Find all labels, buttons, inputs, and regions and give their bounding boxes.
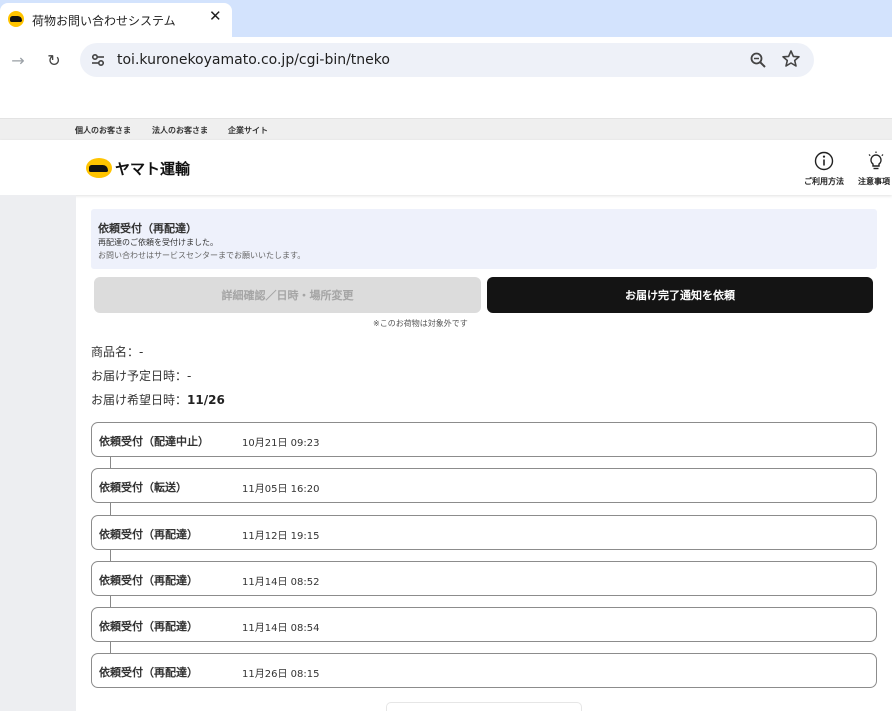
left-gutter [0, 195, 76, 711]
nav-link-personal[interactable]: 個人のお客さま [75, 125, 131, 136]
history-item: 依頼受付（再配達） 11月26日 08:15 [91, 653, 877, 688]
bookmark-star-icon[interactable] [781, 49, 801, 69]
history-datetime: 11月14日 08:52 [242, 577, 320, 588]
usage-guide-label[interactable]: ご利用方法 [804, 176, 844, 187]
history-item: 依頼受付（配達中止） 10月21日 09:23 [91, 422, 877, 457]
yamato-logo-icon[interactable] [86, 158, 112, 178]
browser-tab[interactable]: 荷物お問い合わせシステム ✕ [0, 3, 232, 37]
reload-icon[interactable]: ↻ [43, 49, 65, 71]
status-message: 再配達のご依頼を受付けました。 [98, 238, 218, 247]
excluded-note: ※このお荷物は対象外です [373, 319, 468, 328]
history-item: 依頼受付（転送） 11月05日 16:20 [91, 468, 877, 503]
logo-text[interactable]: ヤマト運輸 [115, 158, 190, 179]
history-item: 依頼受付（再配達） 11月14日 08:52 [91, 561, 877, 596]
browser-toolbar: → ↻ toi.kuronekoyamato.co.jp/cgi-bin/tne… [0, 37, 892, 83]
lightbulb-icon[interactable] [866, 151, 886, 171]
status-note: お問い合わせはサービスセンターまでお願いいたします。 [98, 251, 306, 260]
site-header: ヤマト運輸 ご利用方法 注意事項 [0, 140, 892, 195]
delivery-notification-button[interactable]: お届け完了通知を依頼 [487, 277, 873, 313]
product-name-value: - [139, 345, 144, 359]
site-info-icon[interactable] [89, 51, 107, 69]
site-top-nav: 個人のお客さま 法人のお客さま 企業サイト [0, 118, 892, 140]
address-bar[interactable]: toi.kuronekoyamato.co.jp/cgi-bin/tneko [80, 43, 814, 77]
nav-link-business[interactable]: 法人のお客さま [152, 125, 208, 136]
history-item: 依頼受付（再配達） 11月14日 08:54 [91, 607, 877, 642]
info-icon[interactable] [814, 151, 834, 171]
tab-title: 荷物お問い合わせシステム [32, 14, 176, 28]
requested-date-label: お届け希望日時： [91, 393, 188, 407]
scheduled-date-label: お届け予定日時： [91, 369, 188, 383]
history-status: 依頼受付（再配達） [99, 666, 198, 679]
nav-link-corporate[interactable]: 企業サイト [228, 125, 268, 136]
history-datetime: 11月12日 19:15 [242, 531, 320, 542]
history-datetime: 11月05日 16:20 [242, 484, 320, 495]
history-status: 依頼受付（転送） [99, 481, 187, 494]
requested-date-line: お届け希望日時：11/26 [91, 391, 225, 408]
change-delivery-button[interactable]: 詳細確認／日時・場所変更 [94, 277, 481, 313]
tab-close-icon[interactable]: ✕ [209, 9, 222, 24]
scheduled-date-value: - [187, 369, 192, 383]
history-datetime: 10月21日 09:23 [242, 438, 320, 449]
bottom-card [386, 702, 582, 711]
history-status: 依頼受付（配達中止） [99, 435, 209, 448]
scheduled-date-line: お届け予定日時：- [91, 367, 191, 384]
history-status: 依頼受付（再配達） [99, 574, 198, 587]
history-datetime: 11月26日 08:15 [242, 669, 320, 680]
forward-arrow-icon[interactable]: → [7, 49, 29, 71]
url-text[interactable]: toi.kuronekoyamato.co.jp/cgi-bin/tneko [117, 52, 390, 68]
history-status: 依頼受付（再配達） [99, 620, 198, 633]
product-name-line: 商品名：- [91, 343, 143, 360]
status-box: 依頼受付（再配達） 再配達のご依頼を受付けました。 お問い合わせはサービスセンタ… [91, 209, 877, 269]
history-datetime: 11月14日 08:54 [242, 623, 320, 634]
requested-date-value: 11/26 [187, 393, 225, 407]
zoom-icon[interactable] [749, 51, 767, 69]
history-item: 依頼受付（再配達） 11月12日 19:15 [91, 515, 877, 550]
history-status: 依頼受付（再配達） [99, 528, 198, 541]
yamato-favicon-icon [8, 11, 24, 27]
status-title: 依頼受付（再配達） [98, 222, 197, 235]
notes-label[interactable]: 注意事項 [858, 176, 890, 187]
product-name-label: 商品名： [91, 345, 140, 359]
browser-tab-strip: 荷物お問い合わせシステム ✕ [0, 0, 892, 37]
